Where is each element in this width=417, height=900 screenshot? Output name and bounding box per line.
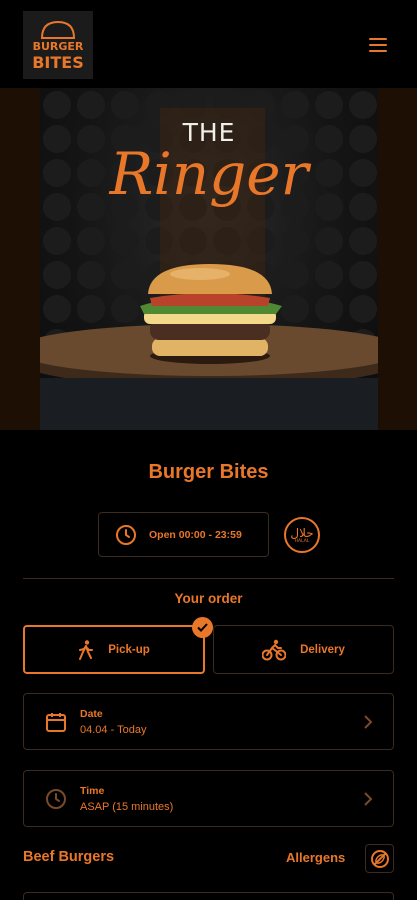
clock-icon	[116, 524, 136, 545]
halal-badge-icon: حلال HALAL	[284, 517, 320, 553]
order-heading: Your order	[174, 591, 243, 606]
date-label: Date	[80, 708, 103, 720]
delivery-option-label: Delivery	[300, 643, 345, 656]
menu-item-card[interactable]	[23, 892, 394, 900]
date-value: 04.04 - Today	[80, 724, 147, 736]
time-label: Time	[80, 785, 105, 797]
opening-hours: Open 00:00 - 23:59	[98, 512, 269, 557]
divider	[23, 578, 394, 579]
time-value: ASAP (15 minutes)	[80, 801, 174, 813]
selected-check-icon	[192, 617, 213, 638]
hamburger-menu-icon[interactable]	[369, 38, 387, 52]
restaurant-name: Burger Bites	[148, 461, 269, 483]
opening-hours-text: Open 00:00 - 23:59	[149, 528, 242, 541]
delivery-option-button[interactable]: Delivery	[213, 625, 394, 674]
calendar-icon	[46, 713, 66, 732]
halal-badge-label: HALAL	[294, 538, 310, 544]
no-allergen-icon	[370, 849, 389, 868]
allergen-filter-button[interactable]	[365, 844, 394, 873]
bicycle-courier-icon	[262, 639, 287, 660]
svg-text:BITES: BITES	[32, 53, 84, 72]
header: BURGER BITES	[0, 0, 417, 88]
pickup-option-button[interactable]: Pick-up	[23, 625, 205, 674]
time-selector[interactable]: Time ASAP (15 minutes)	[23, 770, 394, 827]
svg-text:BURGER: BURGER	[33, 40, 84, 53]
category-title: Beef Burgers	[23, 849, 115, 865]
hero-banner: THE Ringer	[40, 88, 378, 430]
walking-person-icon	[79, 639, 94, 660]
date-selector[interactable]: Date 04.04 - Today	[23, 693, 394, 750]
clock-icon	[46, 789, 66, 809]
allergens-link[interactable]: Allergens	[286, 850, 345, 865]
pickup-option-label: Pick-up	[108, 643, 150, 656]
hero-title-large: Ringer	[109, 140, 309, 208]
brand-logo[interactable]: BURGER BITES	[23, 11, 93, 79]
chevron-right-icon	[364, 715, 373, 729]
chevron-right-icon	[364, 792, 373, 806]
